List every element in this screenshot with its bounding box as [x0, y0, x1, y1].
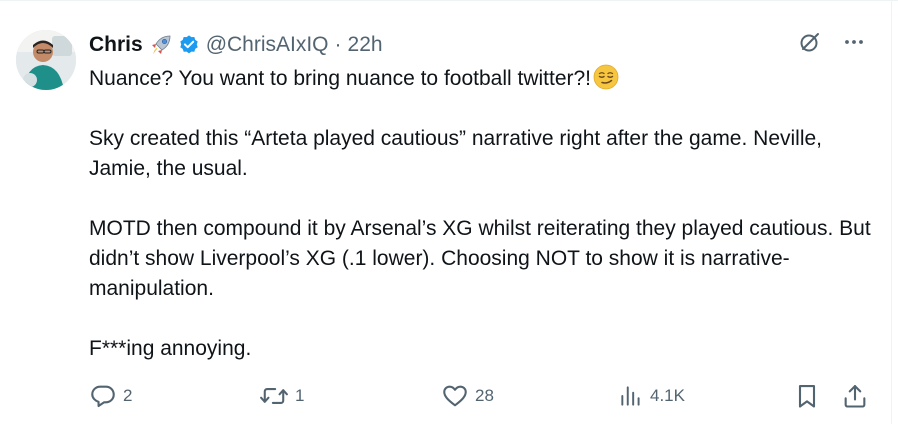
- tweet-text: Nuance? You want to bring nuance to foot…: [89, 64, 879, 364]
- more-options-icon[interactable]: [842, 30, 866, 54]
- views-count: 4.1K: [650, 386, 685, 405]
- repost-icon: [259, 382, 289, 410]
- tweet-paragraph-text: Nuance? You want to bring nuance to foot…: [89, 67, 592, 90]
- smirking-face-icon: [593, 64, 619, 90]
- author-name[interactable]: Chris: [89, 33, 143, 57]
- author-handle[interactable]: @ChrisAIxIQ: [206, 33, 329, 57]
- share-button[interactable]: [841, 380, 869, 412]
- bookmark-icon: [793, 382, 821, 410]
- right-divider: [891, 0, 892, 424]
- analytics-icon: [618, 383, 644, 409]
- header-separator: ·: [334, 33, 342, 56]
- like-button[interactable]: 28: [441, 380, 494, 412]
- tweet-paragraph: Nuance? You want to bring nuance to foot…: [89, 64, 879, 94]
- avatar[interactable]: [16, 30, 76, 90]
- repost-count: 1: [295, 386, 305, 405]
- tweet-paragraph: MOTD then compound it by Arsenal’s XG wh…: [89, 217, 871, 300]
- grok-icon[interactable]: [798, 30, 822, 54]
- tweet-paragraph: Sky created this “Arteta played cautious…: [89, 127, 823, 180]
- repost-button[interactable]: 1: [259, 380, 304, 412]
- top-divider: [0, 0, 898, 1]
- avatar-image: [16, 30, 76, 90]
- reply-count: 2: [123, 386, 133, 405]
- rocket-icon: [149, 33, 173, 57]
- bookmark-button[interactable]: [793, 380, 821, 412]
- top-actions: [798, 30, 866, 54]
- tweet-actions: 2 1 28 4.1K: [89, 380, 879, 412]
- views-button[interactable]: 4.1K: [618, 380, 685, 412]
- reply-button[interactable]: 2: [89, 380, 132, 412]
- reply-icon: [89, 382, 117, 410]
- tweet-header: Chris @ChrisAIxIQ · 22h: [89, 30, 383, 60]
- verified-badge-icon[interactable]: [178, 34, 200, 56]
- post-time[interactable]: 22h: [348, 33, 383, 57]
- heart-icon: [441, 382, 469, 410]
- tweet-paragraph: F***ing annoying.: [89, 337, 252, 360]
- like-count: 28: [475, 386, 494, 405]
- share-icon: [841, 382, 869, 410]
